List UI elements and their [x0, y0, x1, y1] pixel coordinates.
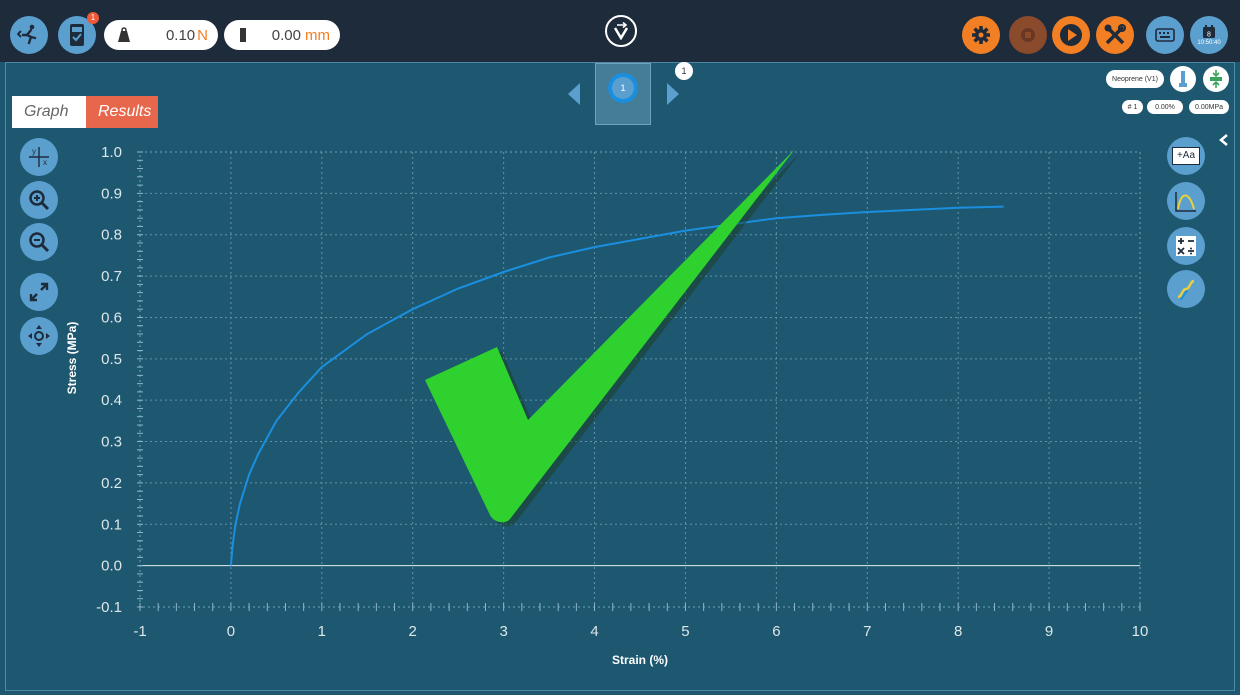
y-tick-label: 0.3 — [101, 434, 122, 451]
x-tick-label: 8 — [954, 623, 962, 640]
checkmark-icon — [425, 149, 800, 527]
y-tick-label: 0.1 — [101, 516, 122, 533]
y-tick-label: 0.0 — [101, 558, 122, 575]
y-tick-label: -0.1 — [96, 599, 122, 616]
chart-grid — [140, 152, 1140, 607]
chart-ticks — [137, 151, 1141, 611]
x-tick-label: 3 — [499, 623, 507, 640]
x-tick-label: 5 — [681, 623, 689, 640]
chart-axes — [139, 151, 1141, 608]
x-axis-label: Strain (%) — [612, 653, 668, 667]
y-tick-label: 0.4 — [101, 392, 122, 409]
y-tick-label: 0.9 — [101, 185, 122, 202]
y-tick-label: 0.8 — [101, 227, 122, 244]
stress-strain-chart[interactable]: -1 0 1 2 3 4 5 6 7 8 9 10 1.0 0.9 0.8 0.7 0.6 0.5 0.4 0.3 0.… — [0, 0, 1240, 695]
y-tick-label: 0.2 — [101, 475, 122, 492]
y-tick-label: 0.5 — [101, 351, 122, 368]
y-tick-label: 1.0 — [101, 144, 122, 161]
x-tick-label: 6 — [772, 623, 780, 640]
x-tick-label: -1 — [133, 623, 146, 640]
y-tick-label: 0.6 — [101, 309, 122, 326]
plot-border — [139, 151, 1141, 608]
x-tick-label: 10 — [1132, 623, 1149, 640]
y-tick-label: 0.7 — [101, 268, 122, 285]
x-tick-label: 2 — [409, 623, 417, 640]
x-tick-label: 0 — [227, 623, 235, 640]
y-axis-label: Stress (MPa) — [65, 322, 79, 395]
x-tick-label: 7 — [863, 623, 871, 640]
x-tick-label: 4 — [590, 623, 598, 640]
x-tick-label: 1 — [318, 623, 326, 640]
x-tick-label: 9 — [1045, 623, 1053, 640]
